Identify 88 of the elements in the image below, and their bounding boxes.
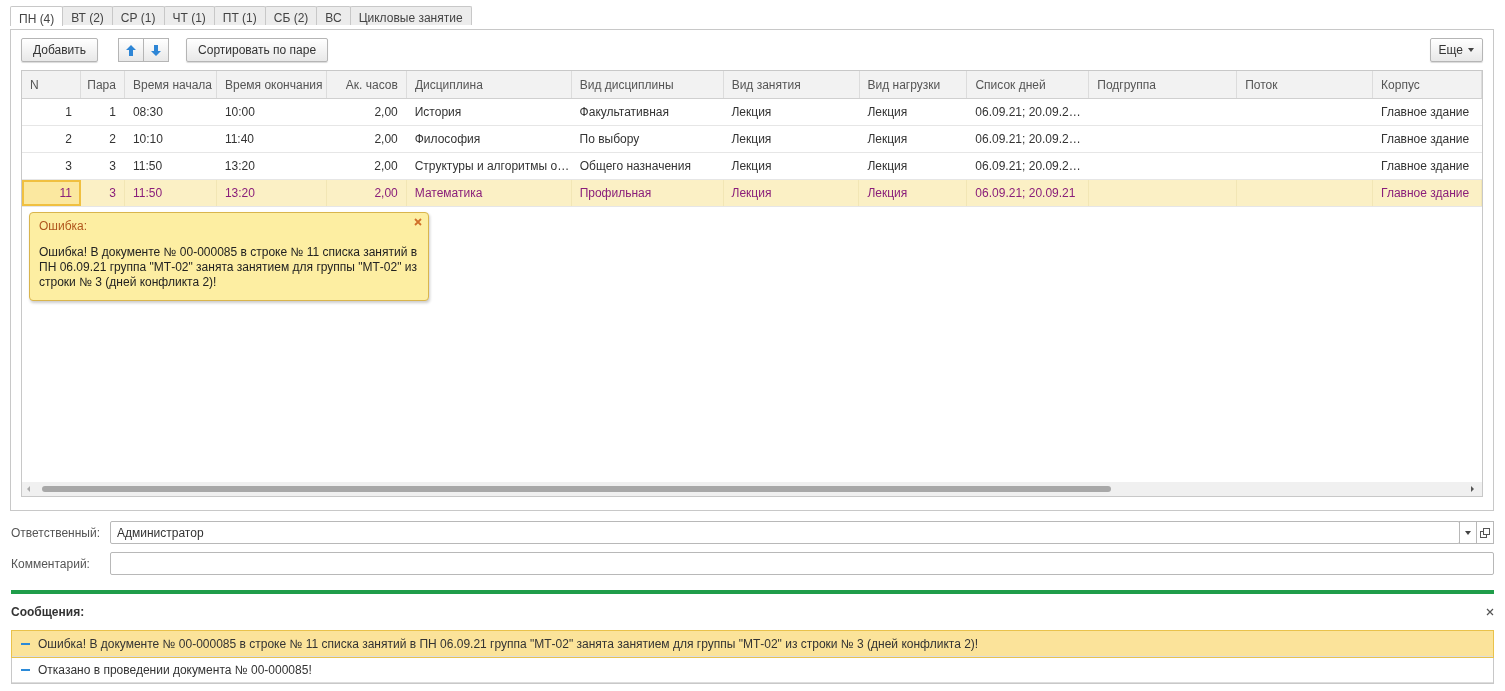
table-cell: 2,00 — [326, 180, 407, 206]
comment-field[interactable] — [110, 552, 1494, 575]
table-cell-text: 2 — [108, 131, 117, 148]
table-cell-text: Главное здание — [1380, 104, 1471, 121]
table-cell-text: Лекция — [730, 104, 773, 121]
close-icon[interactable] — [1486, 608, 1494, 616]
table-cell-text: 13:20 — [223, 158, 256, 175]
responsible-field[interactable]: Администратор — [110, 521, 1460, 544]
table-cell: 11:50 — [124, 180, 217, 206]
open-button[interactable] — [1476, 521, 1494, 544]
table-cell-text: 10:00 — [223, 104, 256, 121]
day-tab[interactable]: ВС — [316, 6, 351, 25]
table-cell-text: 06.09.21; 20.09.2… — [974, 104, 1082, 121]
table-cell-text: 1 — [108, 104, 117, 121]
move-down-button[interactable] — [143, 38, 170, 62]
table-cell-text: 08:30 — [131, 104, 164, 121]
caret-icon — [1465, 530, 1471, 535]
move-up-button[interactable] — [118, 38, 145, 62]
table-cell-text: Главное здание — [1380, 131, 1471, 148]
table-cell-text: Лекция — [866, 158, 909, 175]
table-cell-text: 2,00 — [373, 104, 399, 121]
column-header[interactable]: Вид дисциплины — [571, 71, 724, 98]
field-label: Комментарий: — [11, 556, 91, 571]
day-tab[interactable]: ПТ (1) — [213, 6, 266, 25]
day-tab[interactable]: СБ (2) — [264, 6, 318, 25]
day-tab[interactable]: Цикловые занятие — [349, 6, 472, 25]
add-button[interactable]: Добавить — [21, 38, 99, 62]
table-cell-text: История — [413, 104, 463, 121]
table-cell-text: 06.09.21; 20.09.2… — [974, 131, 1082, 148]
table-cell-text: Лекция — [866, 131, 909, 148]
day-tab[interactable]: СР (1) — [111, 6, 165, 25]
column-header[interactable]: Вид нагрузки — [859, 71, 968, 98]
table-cell: Лекция — [723, 180, 860, 206]
table-cell: Математика — [406, 180, 572, 206]
column-header[interactable]: Поток — [1237, 71, 1374, 98]
column-header[interactable]: N — [22, 71, 81, 98]
arrow-down-icon — [151, 44, 162, 56]
table-cell-text: По выбору — [578, 131, 641, 148]
caret-icon — [1468, 48, 1474, 52]
table-cell-text: Структуры и алгоритмы о… — [413, 158, 571, 175]
horizontal-scrollbar[interactable] — [22, 482, 1482, 496]
messages-title: Сообщения: — [11, 605, 85, 619]
day-tab[interactable]: ЧТ (1) — [163, 6, 215, 25]
column-header[interactable]: Пара — [80, 71, 125, 98]
table-cell: 13:20 — [216, 180, 327, 206]
table-cell-text: 1 — [64, 104, 73, 121]
field-label: Ответственный: — [11, 525, 102, 540]
table-cell-text: 06.09.21; 20.09.2… — [974, 158, 1082, 175]
column-header[interactable]: Время начала — [124, 71, 217, 98]
column-header[interactable]: Дисциплина — [406, 71, 572, 98]
table-cell: 11 — [22, 180, 81, 206]
table-cell: Главное здание — [1373, 180, 1482, 206]
column-header[interactable]: Ак. часов — [326, 71, 407, 98]
dropdown-button[interactable] — [1459, 521, 1477, 544]
table-cell-text: Общего назначения — [578, 158, 692, 175]
column-header[interactable]: Корпус — [1373, 71, 1482, 98]
table-cell: 06.09.21; 20.09.21 — [967, 180, 1090, 206]
table-cell-text: 2,00 — [373, 131, 399, 148]
table-cell-text: Главное здание — [1380, 158, 1471, 175]
arrow-up-icon — [126, 44, 137, 56]
column-header[interactable]: Время окончания — [216, 71, 327, 98]
column-header[interactable]: Подгруппа — [1089, 71, 1238, 98]
column-header[interactable]: Список дней — [967, 71, 1090, 98]
table-cell-text: Философия — [413, 131, 482, 148]
tooltip-title: Ошибка: — [39, 219, 88, 233]
message-item[interactable]: Отказано в проведении документа № 00-000085! — [12, 657, 1493, 683]
error-message: Ошибка! В документе № 00-000085 в строке № 11 списка занятий в ПН 06.09.21 группа "МТ-02" занята занятием для группы "МТ-02" из строки № 3 (дней конфликта 2)! — [39, 245, 419, 290]
day-tab[interactable]: ПН (4) — [10, 6, 64, 26]
table-cell: Лекция — [859, 180, 968, 206]
table-cell: Профильная — [571, 180, 724, 206]
more-button[interactable]: Еще — [1429, 38, 1483, 62]
sort-button[interactable]: Сортировать по паре — [186, 38, 329, 62]
table-cell-text: Факультативная — [578, 104, 670, 121]
column-header[interactable]: Вид занятия — [723, 71, 860, 98]
table-cell-text: 2,00 — [373, 158, 399, 175]
table-cell: 3 — [80, 180, 125, 206]
table-cell-text: Лекция — [866, 104, 909, 121]
table-cell-text: 11:40 — [223, 131, 255, 148]
table-cell-text: 3 — [64, 158, 73, 175]
day-tab[interactable]: ВТ (2) — [62, 6, 113, 25]
message-item[interactable]: Ошибка! В документе № 00-000085 в строке № 11 списка занятий в ПН 06.09.21 группа "МТ-02" занята занятием для группы "МТ-02" из строки № 3 (дней конфликта 2)! — [12, 631, 1493, 657]
table-cell-text: Лекция — [730, 131, 773, 148]
table-cell-text: Лекция — [730, 158, 773, 175]
table-cell-text: 11:50 — [131, 158, 164, 175]
table-cell-text: 10:10 — [131, 131, 164, 148]
table-cell-text: 2 — [64, 131, 73, 148]
windows-icon — [1480, 527, 1490, 538]
table-cell-text: 3 — [108, 158, 117, 175]
